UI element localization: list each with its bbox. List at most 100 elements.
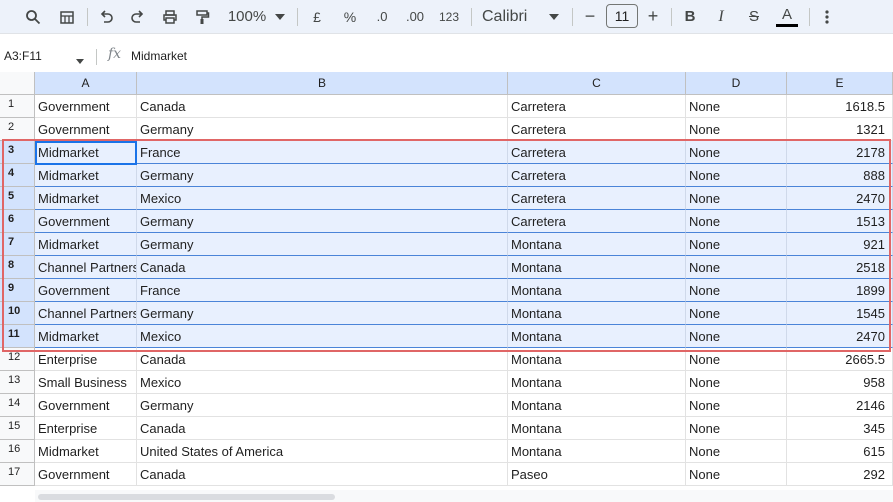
cell-b15[interactable]: Canada bbox=[137, 417, 508, 440]
percent-button[interactable]: % bbox=[340, 0, 360, 33]
cell-b9[interactable]: France bbox=[137, 279, 508, 302]
more-options-icon[interactable] bbox=[818, 0, 836, 33]
cell-a4[interactable]: Midmarket bbox=[35, 164, 137, 187]
row-header[interactable]: 13 bbox=[0, 371, 35, 394]
cell-c13[interactable]: Montana bbox=[508, 371, 686, 394]
cell-d9[interactable]: None bbox=[686, 279, 787, 302]
currency-button[interactable]: £ bbox=[307, 0, 327, 33]
bold-button[interactable]: B bbox=[680, 0, 700, 33]
cell-c6[interactable]: Carretera bbox=[508, 210, 686, 233]
cell-b4[interactable]: Germany bbox=[137, 164, 508, 187]
formula-input[interactable]: Midmarket bbox=[131, 49, 187, 63]
cell-a7[interactable]: Midmarket bbox=[35, 233, 137, 256]
cell-b1[interactable]: Canada bbox=[137, 95, 508, 118]
row-header[interactable]: 2 bbox=[0, 118, 35, 141]
cell-b7[interactable]: Germany bbox=[137, 233, 508, 256]
table-icon[interactable] bbox=[56, 0, 78, 33]
cell-e6[interactable]: 1513 bbox=[787, 210, 893, 233]
cell-c16[interactable]: Montana bbox=[508, 440, 686, 463]
paint-format-icon[interactable] bbox=[191, 0, 213, 33]
select-all-corner[interactable] bbox=[0, 72, 35, 95]
cell-e2[interactable]: 1321 bbox=[787, 118, 893, 141]
row-header[interactable]: 4 bbox=[0, 164, 35, 187]
cell-b8[interactable]: Canada bbox=[137, 256, 508, 279]
font-family-select[interactable]: Calibri bbox=[482, 0, 527, 33]
row-header[interactable]: 11 bbox=[0, 325, 35, 348]
cell-d10[interactable]: None bbox=[686, 302, 787, 325]
cell-e14[interactable]: 2146 bbox=[787, 394, 893, 417]
zoom-select[interactable]: 100% bbox=[224, 0, 270, 33]
cell-b16[interactable]: United States of America bbox=[137, 440, 508, 463]
cell-b2[interactable]: Germany bbox=[137, 118, 508, 141]
cell-b3[interactable]: France bbox=[137, 141, 508, 164]
cell-d12[interactable]: None bbox=[686, 348, 787, 371]
font-size-input[interactable]: 11 bbox=[606, 4, 638, 28]
cell-b5[interactable]: Mexico bbox=[137, 187, 508, 210]
cell-e12[interactable]: 2665.5 bbox=[787, 348, 893, 371]
cell-d14[interactable]: None bbox=[686, 394, 787, 417]
cell-d7[interactable]: None bbox=[686, 233, 787, 256]
cell-a10[interactable]: Channel Partners bbox=[35, 302, 137, 325]
cell-a6[interactable]: Government bbox=[35, 210, 137, 233]
cell-b11[interactable]: Mexico bbox=[137, 325, 508, 348]
cell-c9[interactable]: Montana bbox=[508, 279, 686, 302]
print-icon[interactable] bbox=[159, 0, 181, 33]
cell-c8[interactable]: Montana bbox=[508, 256, 686, 279]
row-header[interactable]: 7 bbox=[0, 233, 35, 256]
cell-c3[interactable]: Carretera bbox=[508, 141, 686, 164]
cell-a11[interactable]: Midmarket bbox=[35, 325, 137, 348]
horizontal-scrollbar[interactable] bbox=[38, 494, 335, 500]
cell-a12[interactable]: Enterprise bbox=[35, 348, 137, 371]
increase-decimal-button[interactable]: .00 bbox=[402, 0, 428, 33]
cell-a5[interactable]: Midmarket bbox=[35, 187, 137, 210]
cell-c17[interactable]: Paseo bbox=[508, 463, 686, 486]
font-caret-icon[interactable] bbox=[546, 0, 562, 33]
column-header-e[interactable]: E bbox=[787, 72, 893, 95]
number-format-button[interactable]: 123 bbox=[436, 0, 462, 33]
cell-d1[interactable]: None bbox=[686, 95, 787, 118]
cell-e4[interactable]: 888 bbox=[787, 164, 893, 187]
increase-font-size-button[interactable]: + bbox=[644, 0, 662, 33]
cell-d11[interactable]: None bbox=[686, 325, 787, 348]
cell-d17[interactable]: None bbox=[686, 463, 787, 486]
column-header-d[interactable]: D bbox=[686, 72, 787, 95]
column-header-b[interactable]: B bbox=[137, 72, 508, 95]
cell-b14[interactable]: Germany bbox=[137, 394, 508, 417]
cell-d6[interactable]: None bbox=[686, 210, 787, 233]
search-menus-icon[interactable] bbox=[22, 0, 44, 33]
text-color-button[interactable]: A bbox=[775, 0, 799, 33]
cell-d8[interactable]: None bbox=[686, 256, 787, 279]
row-header[interactable]: 9 bbox=[0, 279, 35, 302]
cell-e10[interactable]: 1545 bbox=[787, 302, 893, 325]
cell-d3[interactable]: None bbox=[686, 141, 787, 164]
cell-d13[interactable]: None bbox=[686, 371, 787, 394]
strikethrough-button[interactable]: S bbox=[744, 0, 764, 33]
row-header[interactable]: 12 bbox=[0, 348, 35, 371]
cell-e13[interactable]: 958 bbox=[787, 371, 893, 394]
cell-c12[interactable]: Montana bbox=[508, 348, 686, 371]
cell-e11[interactable]: 2470 bbox=[787, 325, 893, 348]
cell-e17[interactable]: 292 bbox=[787, 463, 893, 486]
name-box-caret-icon[interactable] bbox=[76, 51, 84, 69]
cell-a9[interactable]: Government bbox=[35, 279, 137, 302]
cell-d15[interactable]: None bbox=[686, 417, 787, 440]
row-header[interactable]: 8 bbox=[0, 256, 35, 279]
cell-b12[interactable]: Canada bbox=[137, 348, 508, 371]
cell-a16[interactable]: Midmarket bbox=[35, 440, 137, 463]
cell-c11[interactable]: Montana bbox=[508, 325, 686, 348]
cell-a1[interactable]: Government bbox=[35, 95, 137, 118]
cell-d16[interactable]: None bbox=[686, 440, 787, 463]
cell-e3[interactable]: 2178 bbox=[787, 141, 893, 164]
row-header[interactable]: 14 bbox=[0, 394, 35, 417]
cell-c10[interactable]: Montana bbox=[508, 302, 686, 325]
cell-b10[interactable]: Germany bbox=[137, 302, 508, 325]
cell-d2[interactable]: None bbox=[686, 118, 787, 141]
cell-e8[interactable]: 2518 bbox=[787, 256, 893, 279]
row-header[interactable]: 3 bbox=[0, 141, 35, 164]
cell-a2[interactable]: Government bbox=[35, 118, 137, 141]
cell-e5[interactable]: 2470 bbox=[787, 187, 893, 210]
cell-d5[interactable]: None bbox=[686, 187, 787, 210]
cell-e16[interactable]: 615 bbox=[787, 440, 893, 463]
redo-icon[interactable] bbox=[127, 0, 149, 33]
decrease-decimal-button[interactable]: .0 bbox=[370, 0, 394, 33]
